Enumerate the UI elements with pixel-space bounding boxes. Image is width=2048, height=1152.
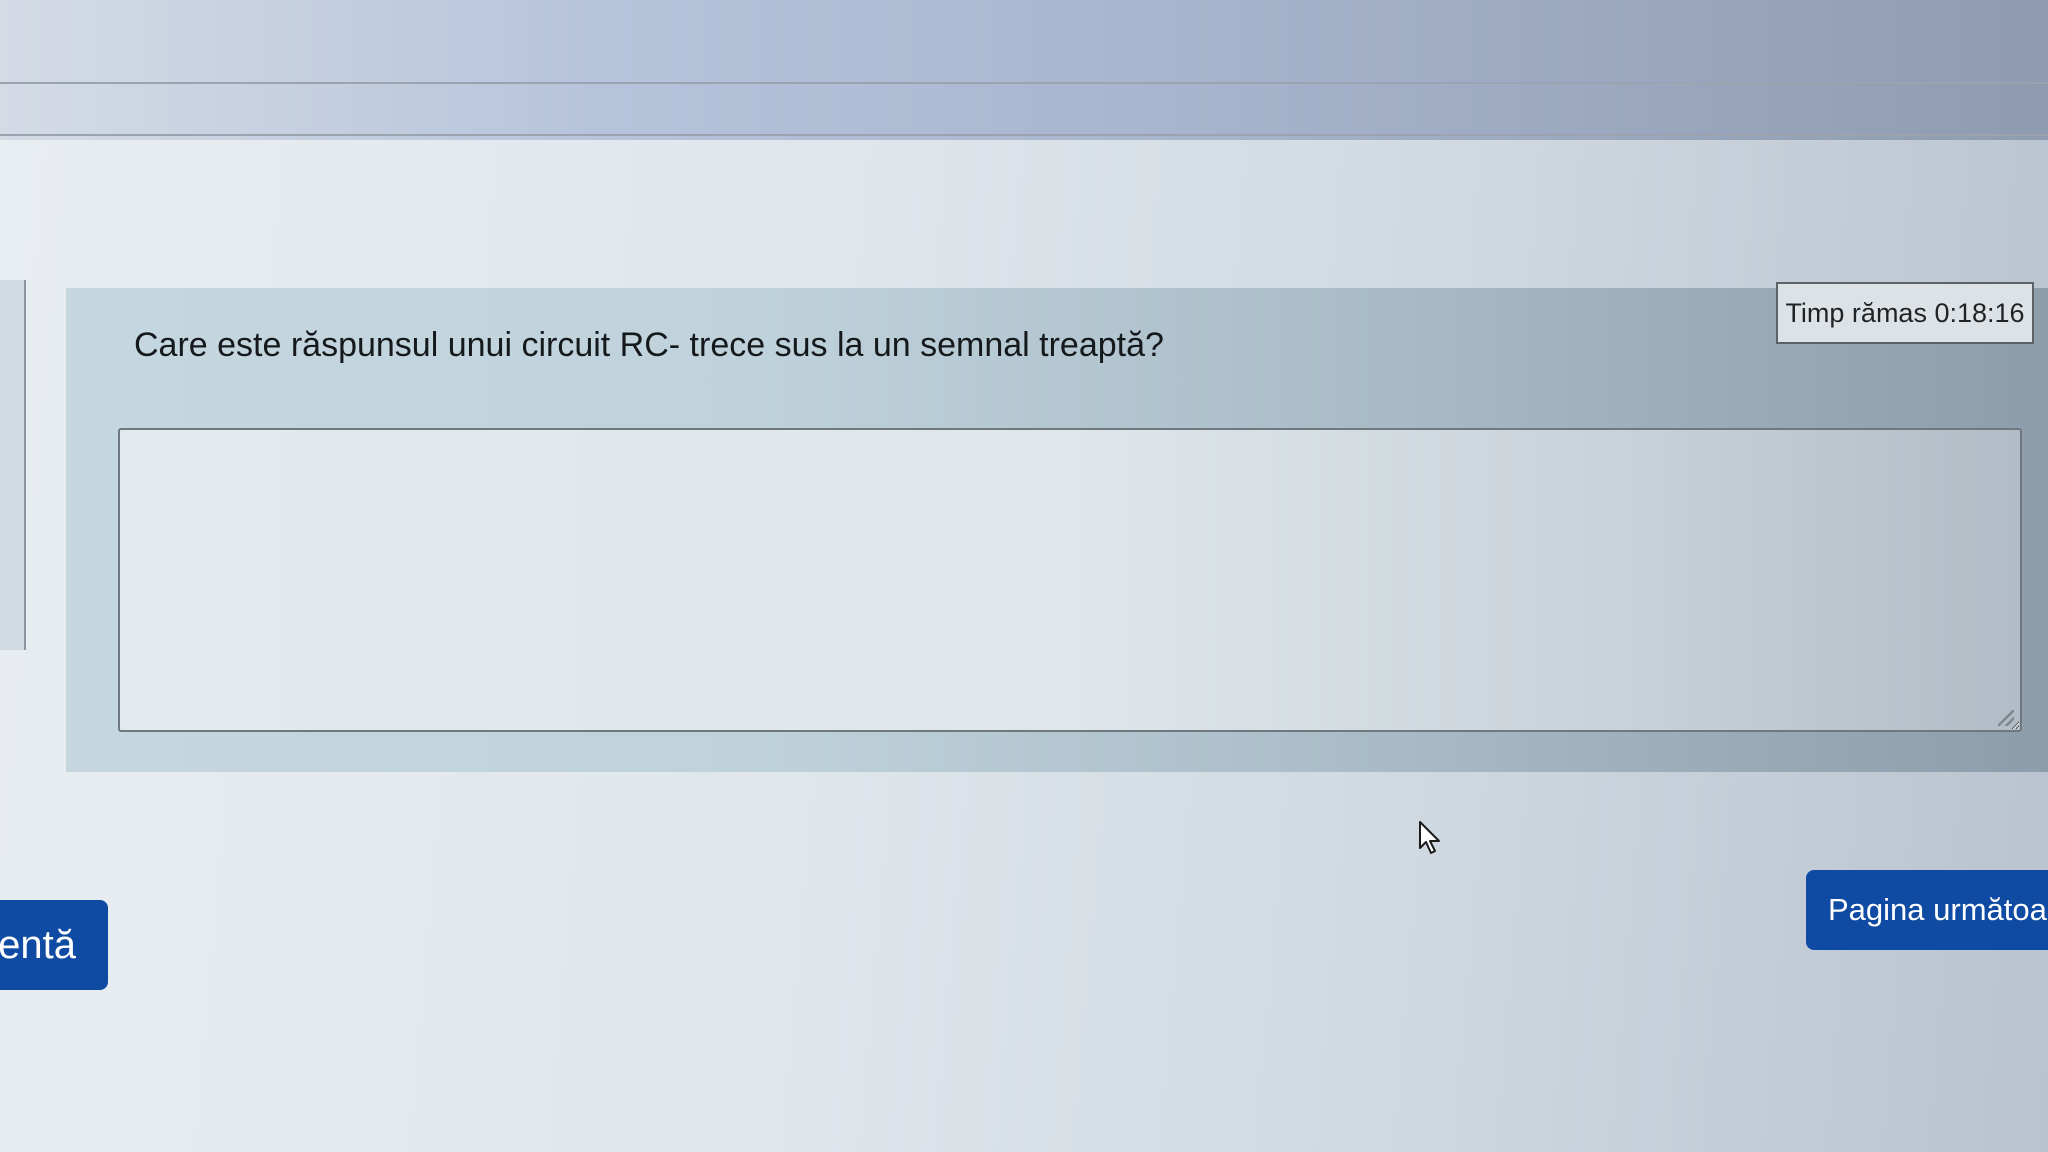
next-page-label: Pagina următoare bbox=[1828, 892, 2048, 927]
resize-grip-icon[interactable] bbox=[1998, 710, 2014, 726]
question-text: Care este răspunsul unui circuit RC- tre… bbox=[134, 326, 1164, 364]
top-divider bbox=[0, 134, 2048, 136]
time-remaining-label: Timp rămas 0:18:16 bbox=[1785, 297, 2025, 328]
mouse-pointer-icon bbox=[1419, 821, 1440, 854]
top-background-band bbox=[0, 0, 2048, 140]
previous-page-label: entă bbox=[0, 922, 76, 967]
left-sidebar-edge bbox=[0, 280, 26, 650]
answer-textarea[interactable] bbox=[118, 428, 2022, 732]
previous-page-button[interactable]: entă bbox=[0, 900, 108, 990]
top-divider bbox=[0, 82, 2048, 84]
time-remaining-badge: Timp rămas 0:18:16 bbox=[1776, 282, 2034, 344]
next-page-button[interactable]: Pagina următoare bbox=[1806, 870, 2048, 950]
